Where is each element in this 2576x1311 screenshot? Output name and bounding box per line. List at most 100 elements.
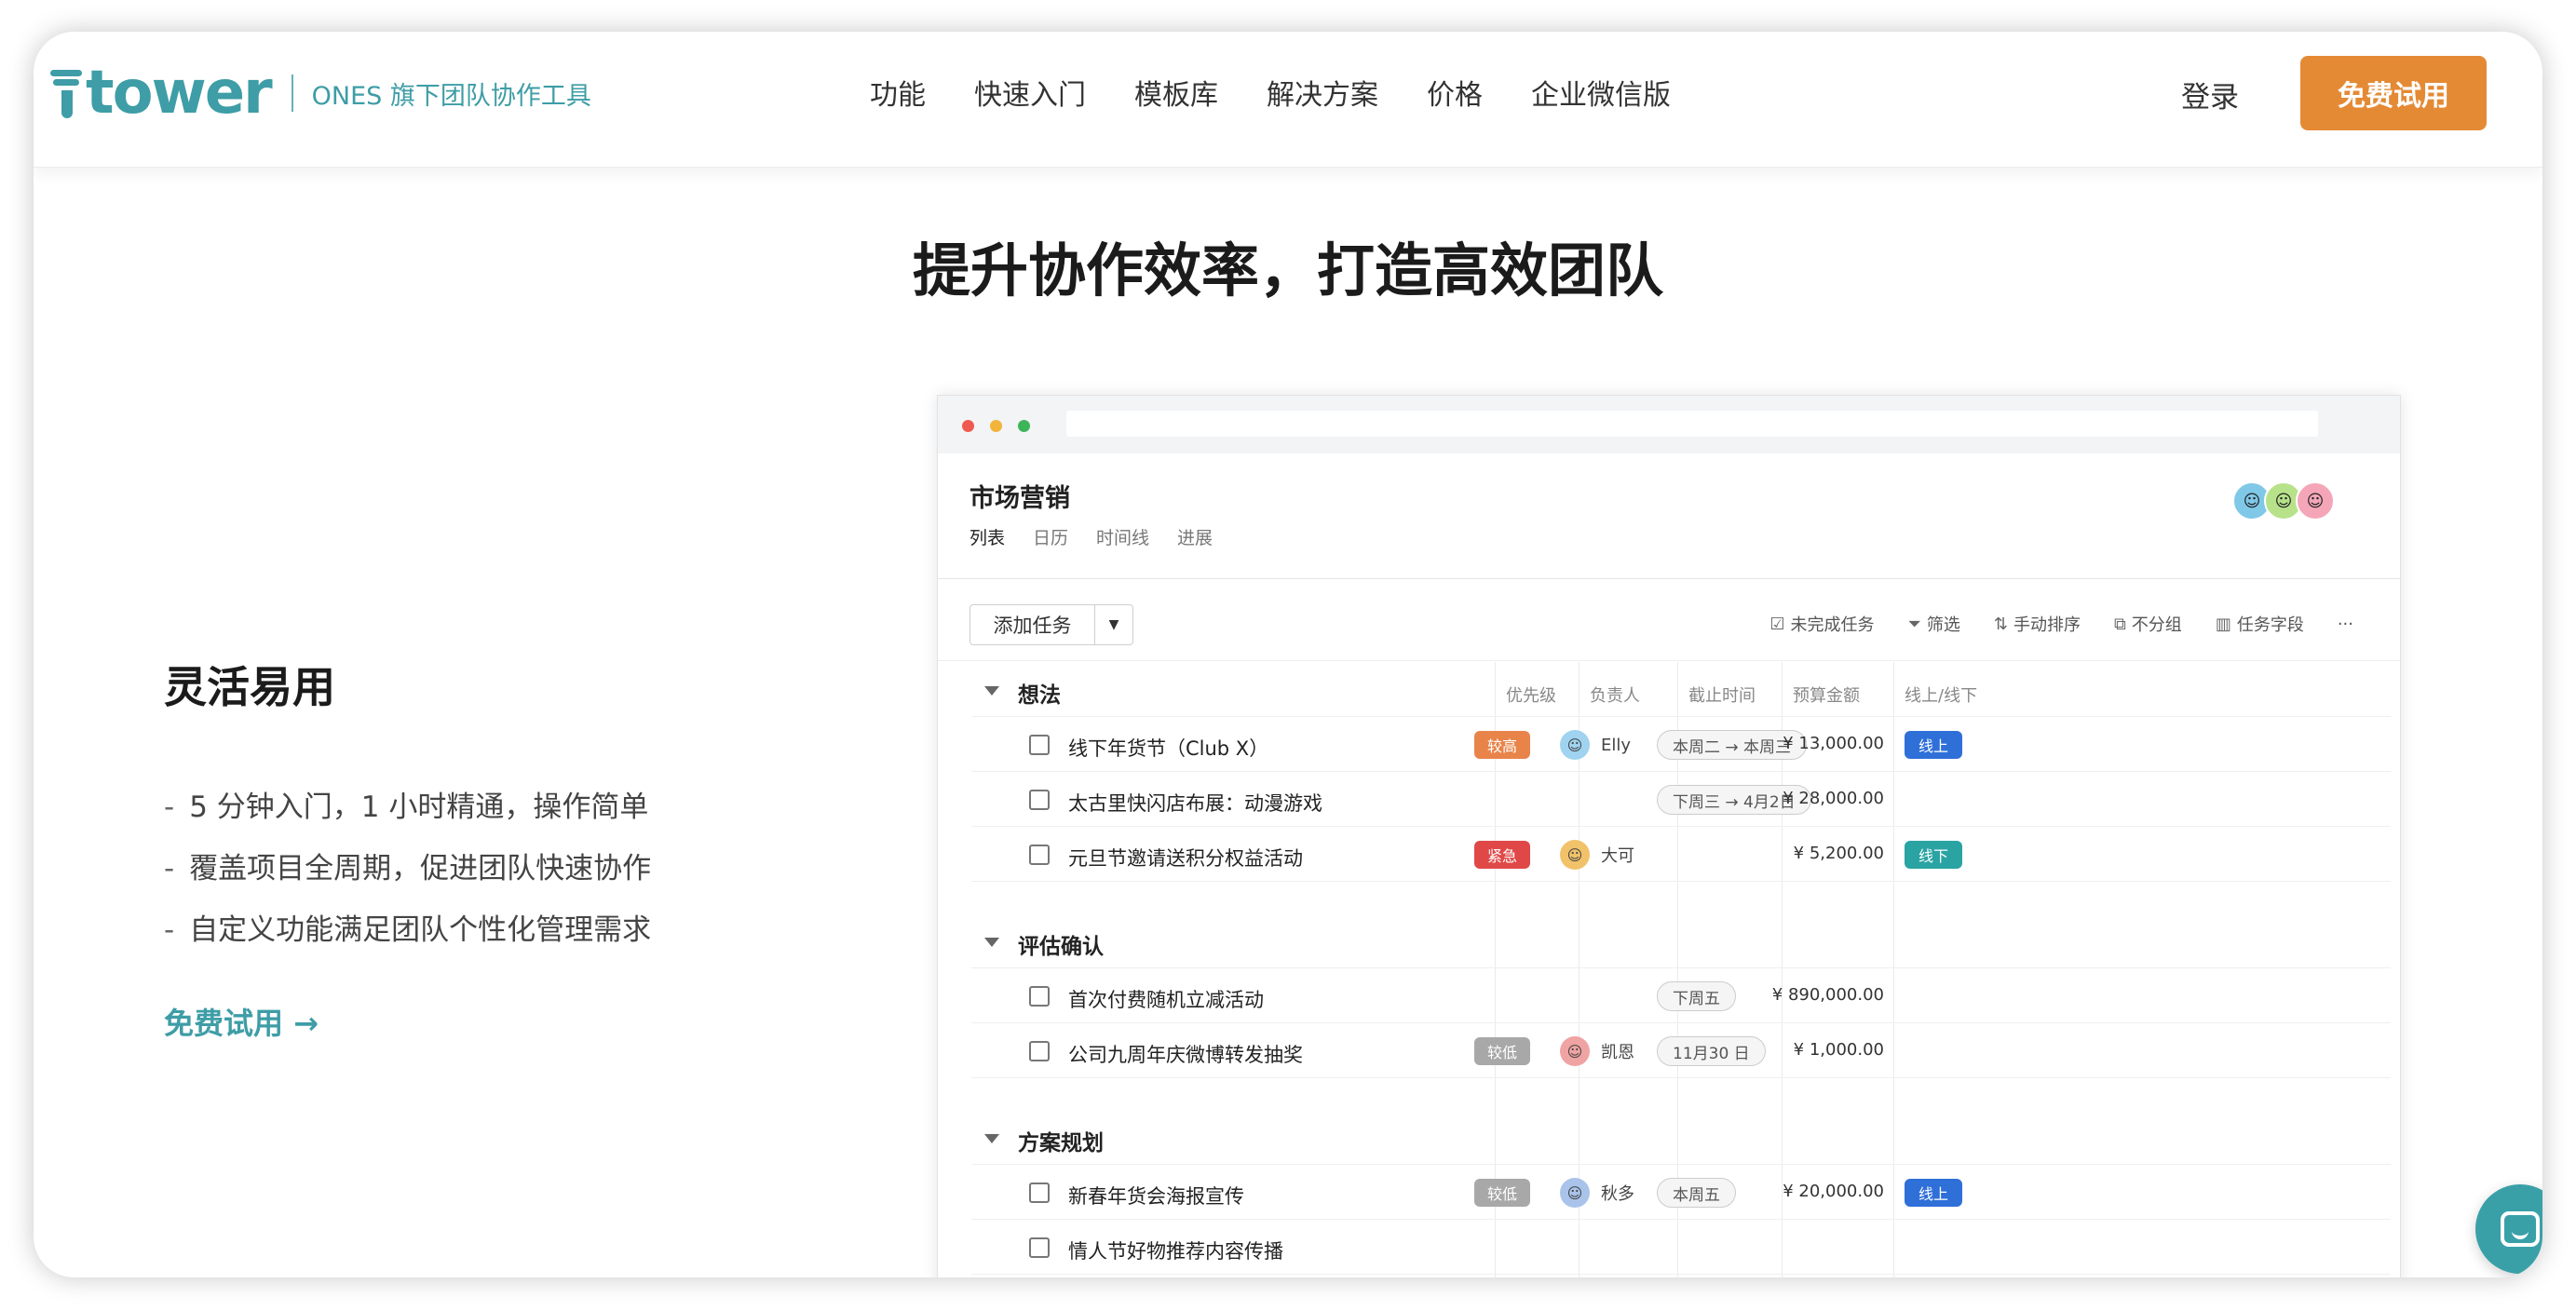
- column-header-due[interactable]: 截止时间: [1688, 683, 1756, 707]
- project-title: 市场营销: [969, 484, 1070, 513]
- task-title[interactable]: 元旦节邀请送积分权益活动: [1068, 844, 1303, 872]
- feature-list: -5 分钟入门，1 小时精通，操作简单 - 覆盖项目全周期，促进团队快速协作 -自…: [164, 777, 651, 961]
- main-nav: 功能 快速入门 模板库 解决方案 价格 企业微信版: [870, 71, 1719, 121]
- budget-value: ¥ 20,000.00: [1783, 1182, 1884, 1201]
- priority-badge: 较高: [1474, 731, 1530, 759]
- caret-down-icon[interactable]: [984, 1134, 999, 1143]
- tab-list[interactable]: 列表: [969, 524, 1005, 549]
- member-avatars[interactable]: ☺ ☺ ☺: [2232, 481, 2335, 520]
- divider: [938, 660, 2400, 661]
- task-checkbox[interactable]: [1029, 790, 1050, 810]
- table-row[interactable]: 公司九周年庆微博转发抽奖 较低 ☺ 凯恩 11月30 日 ¥ 1,000.00: [971, 1023, 2391, 1078]
- table-row[interactable]: 元旦节邀请送积分权益活动 紧急 ☺ 大可 ¥ 5,200.00 线下: [971, 827, 2391, 882]
- window-minimize-dot: [990, 420, 1002, 432]
- task-checkbox[interactable]: [1029, 1183, 1050, 1203]
- assignee[interactable]: ☺ 凯恩: [1560, 1036, 1634, 1066]
- sort-button[interactable]: ⇅ 手动排序: [1994, 612, 2081, 636]
- column-header-priority[interactable]: 优先级: [1506, 683, 1556, 707]
- group-name: 评估确认: [1018, 935, 1104, 959]
- table-row[interactable]: 太古里快闪店布展：动漫游戏 下周三 → 4月2日 ¥ 28,000.00: [971, 772, 2391, 827]
- task-title[interactable]: 线下年货节（Club X）: [1068, 734, 1268, 762]
- tab-calendar[interactable]: 日历: [1033, 524, 1068, 549]
- table-row[interactable]: 新春年货会海报宣传 较低 ☺ 秋多 本周五 ¥ 20,000.00 线上: [971, 1165, 2391, 1220]
- group-icon: ⧉: [2113, 614, 2126, 634]
- nav-item-wecom[interactable]: 企业微信版: [1531, 71, 1671, 121]
- budget-value: ¥ 28,000.00: [1783, 789, 1884, 808]
- assignee[interactable]: ☺ Elly: [1560, 730, 1631, 760]
- task-title[interactable]: 新春年货会海报宣传: [1068, 1182, 1244, 1210]
- tower-logo[interactable]: tower ONES 旗下团队协作工具: [50, 63, 591, 123]
- priority-badge: 较低: [1474, 1037, 1530, 1065]
- nav-item-features[interactable]: 功能: [870, 71, 926, 121]
- logo-tagline: ONES 旗下团队协作工具: [311, 81, 591, 111]
- window-zoom-dot: [1018, 420, 1030, 432]
- task-fields-button[interactable]: ▥ 任务字段: [2216, 612, 2304, 636]
- assignee[interactable]: ☺ 大可: [1560, 840, 1634, 870]
- mock-titlebar: [938, 396, 2400, 453]
- task-title[interactable]: 情人节好物推荐内容传播: [1068, 1237, 1283, 1264]
- free-trial-link[interactable]: 免费试用 →: [164, 1000, 319, 1043]
- window-close-dot: [962, 420, 974, 432]
- group-header[interactable]: 想法 优先级 负责人 截止时间 预算金额 线上/线下: [971, 662, 2391, 717]
- login-link[interactable]: 登录: [2181, 73, 2239, 123]
- incomplete-tasks-filter[interactable]: ☑ 未完成任务: [1769, 612, 1874, 636]
- task-title[interactable]: 公司九周年庆微博转发抽奖: [1068, 1040, 1303, 1068]
- column-header-budget[interactable]: 预算金额: [1793, 683, 1860, 707]
- group-name: 想法: [1018, 683, 1061, 708]
- feature-item: -5 分钟入门，1 小时精通，操作简单: [164, 791, 649, 824]
- task-checkbox[interactable]: [1029, 1041, 1050, 1061]
- avatar: ☺: [1560, 1178, 1590, 1208]
- logo-divider: [291, 74, 293, 112]
- tab-progress[interactable]: 进展: [1177, 524, 1213, 549]
- table-row[interactable]: 情人节好物推荐内容传播: [971, 1220, 2391, 1275]
- chat-support-button[interactable]: [2475, 1184, 2542, 1274]
- avatar: ☺: [1560, 840, 1590, 870]
- group-button[interactable]: ⧉ 不分组: [2114, 612, 2182, 636]
- task-checkbox[interactable]: [1029, 1237, 1050, 1258]
- caret-down-icon[interactable]: [984, 686, 999, 696]
- table-row[interactable]: 线下年货节（Club X） 较高 ☺ Elly 本周二 → 本周三 ¥ 13,00…: [971, 717, 2391, 772]
- add-task-button[interactable]: 添加任务 ▼: [969, 604, 1133, 645]
- column-header-channel[interactable]: 线上/线下: [1905, 683, 1977, 707]
- logo-wordmark: tower: [86, 59, 273, 128]
- task-title[interactable]: 首次付费随机立减活动: [1068, 985, 1264, 1013]
- task-checkbox[interactable]: [1029, 986, 1050, 1007]
- feature-item: - 覆盖项目全周期，促进团队快速协作: [164, 852, 652, 885]
- group-name: 方案规划: [1018, 1131, 1104, 1156]
- task-checkbox[interactable]: [1029, 845, 1050, 865]
- channel-badge: 线上: [1905, 731, 1962, 759]
- url-bar: [1066, 411, 2318, 437]
- assignee[interactable]: ☺ 秋多: [1560, 1178, 1634, 1208]
- avatar: ☺: [2296, 481, 2335, 520]
- priority-badge: 紧急: [1474, 841, 1530, 869]
- channel-badge: 线下: [1905, 841, 1962, 869]
- app-screenshot: 市场营销 列表 日历 时间线 进展 ☺ ☺ ☺ 添加任务 ▼ ☑ 未完成任务 ⏷ 筛…: [937, 395, 2401, 1277]
- task-title[interactable]: 太古里快闪店布展：动漫游戏: [1068, 789, 1322, 817]
- nav-item-solutions[interactable]: 解决方案: [1267, 71, 1378, 121]
- filter-button[interactable]: ⏷ 筛选: [1907, 612, 1959, 636]
- chevron-down-icon[interactable]: ▼: [1095, 605, 1132, 644]
- more-button[interactable]: ···: [2338, 612, 2353, 636]
- nav-item-pricing[interactable]: 价格: [1427, 71, 1483, 121]
- table-row[interactable]: 首次付费随机立减活动 下周五 ¥ 890,000.00: [971, 968, 2391, 1023]
- chat-icon: [2501, 1211, 2540, 1247]
- group-header[interactable]: 评估确认: [971, 913, 2391, 968]
- task-checkbox[interactable]: [1029, 735, 1050, 755]
- budget-value: ¥ 13,000.00: [1783, 734, 1884, 753]
- caret-down-icon[interactable]: [984, 938, 999, 947]
- group-header[interactable]: 方案规划: [971, 1110, 2391, 1165]
- channel-badge: 线上: [1905, 1179, 1962, 1207]
- column-header-assignee[interactable]: 负责人: [1590, 683, 1640, 707]
- list-toolbar: ☑ 未完成任务 ⏷ 筛选 ⇅ 手动排序 ⧉ 不分组 ▥ 任务字段 ···: [1736, 612, 2353, 636]
- avatar: ☺: [1560, 730, 1590, 760]
- filter-icon: ⏷: [1907, 614, 1921, 634]
- tab-timeline[interactable]: 时间线: [1096, 524, 1149, 549]
- free-trial-button[interactable]: 免费试用: [2300, 56, 2487, 130]
- budget-value: ¥ 5,200.00: [1793, 844, 1884, 863]
- feature-title: 灵活易用: [164, 662, 335, 712]
- add-task-label: 添加任务: [970, 605, 1095, 644]
- tower-logo-icon: [50, 68, 82, 118]
- nav-item-templates[interactable]: 模板库: [1134, 71, 1218, 121]
- sort-icon: ⇅: [1993, 614, 2008, 634]
- nav-item-quickstart[interactable]: 快速入门: [974, 71, 1086, 121]
